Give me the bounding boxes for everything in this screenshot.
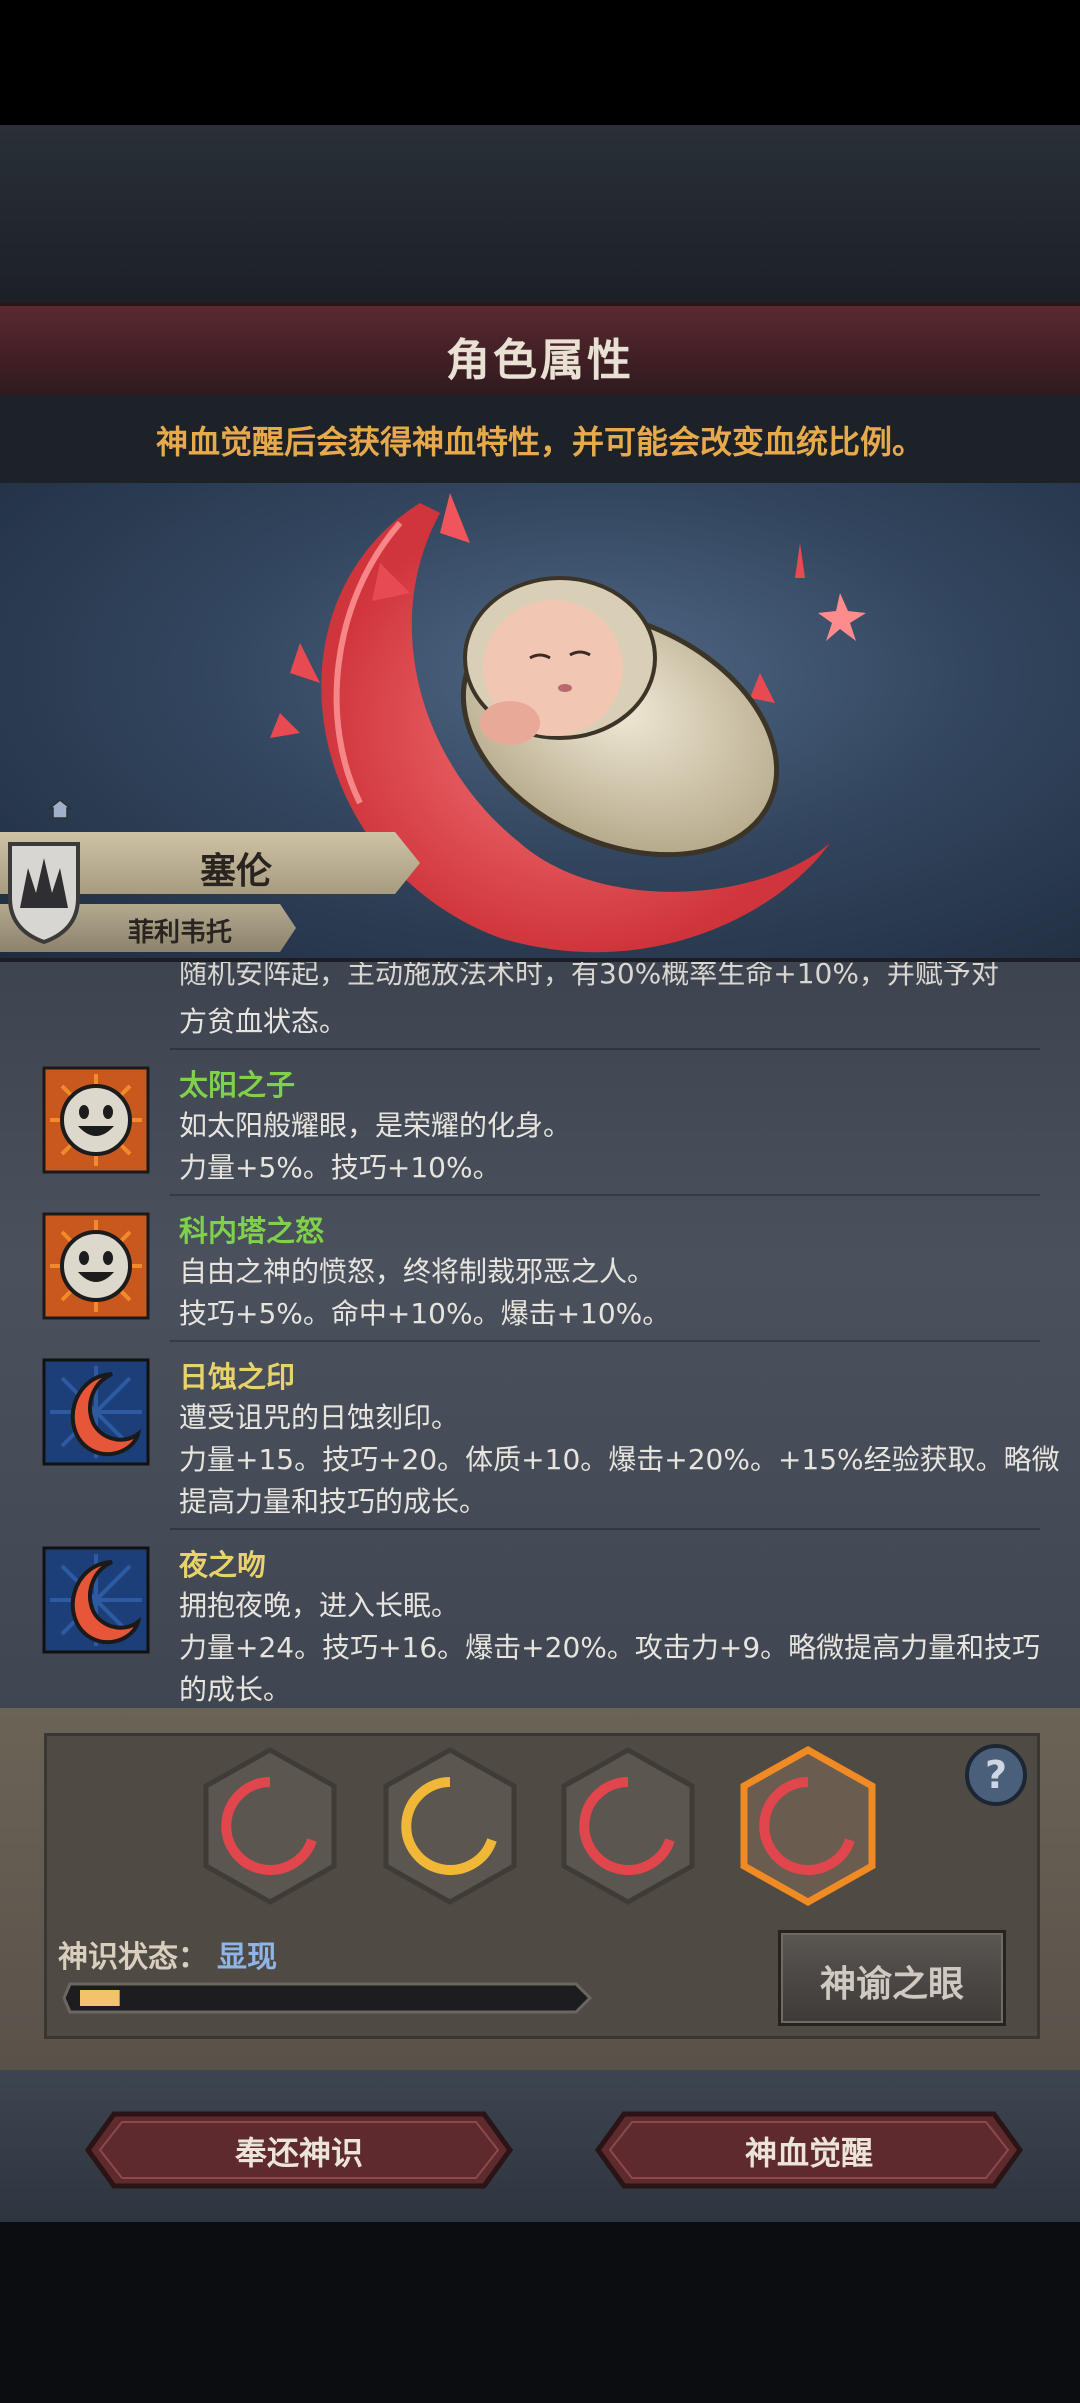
top-bar-background [0, 0, 1080, 125]
trait-list[interactable]: 随机安阵起，主动施放法术时，有30%概率生命+10%，并赋予对 方贫血状态。 太… [0, 958, 1080, 1712]
page-title: 角色属性 [446, 335, 634, 386]
blood-awaken-button[interactable]: 神血觉醒 [594, 2110, 1024, 2190]
trait-description: 如太阳般耀眼，是荣耀的化身。 [179, 1109, 572, 1142]
help-glyph: ? [985, 1753, 1007, 1797]
oracle-eye-label: 神谕之眼 [819, 1964, 964, 2005]
trait-effect: 提高力量和技巧的成长。 [179, 1485, 488, 1518]
help-icon[interactable]: ? [963, 1742, 1029, 1808]
divider [170, 1528, 1040, 1530]
trait-description: 自由之神的愤怒，终将制裁邪恶之人。 [179, 1255, 656, 1288]
return-divinity-label: 奉还神识 [234, 2134, 363, 2172]
divider [170, 1048, 1040, 1050]
crescent-moon-icon [42, 1358, 150, 1466]
trait-name: 日蚀之印 [179, 1360, 296, 1394]
divine-slot-3[interactable] [558, 1746, 698, 1906]
trait-description: 遭受诅咒的日蚀刻印。 [179, 1401, 460, 1434]
return-divinity-button[interactable]: 奉还神识 [84, 2110, 514, 2190]
bottom-bar-background [0, 2222, 1080, 2403]
crescent-moon-icon [42, 1546, 150, 1654]
divine-status-label: 神识状态： [58, 1940, 208, 1975]
sun-face-icon [42, 1066, 150, 1174]
trait-effect: 技巧+5%。命中+10%。爆击+10%。 [179, 1297, 671, 1330]
divider [170, 1194, 1040, 1196]
page-subtitle: 神血觉醒后会获得神血特性，并可能会改变血统比例。 [155, 423, 924, 461]
divine-status-value: 显现 [217, 1940, 277, 1975]
house-crest-shield-icon [8, 842, 80, 944]
divine-slot-2[interactable] [380, 1746, 520, 1906]
top-panel [0, 125, 1080, 303]
progress-fill [80, 1990, 120, 2006]
character-name: 塞伦 [200, 851, 273, 892]
trait-name: 夜之吻 [179, 1548, 267, 1582]
trait-description: 拥抱夜晚，进入长眠。 [179, 1589, 460, 1622]
trait-partial-line: 随机安阵起，主动施放法术时，有30%概率生命+10%，并赋予对 [179, 958, 999, 990]
oracle-eye-button[interactable]: 神谕之眼 [778, 1930, 1006, 2026]
trait-name: 太阳之子 [179, 1068, 296, 1102]
trait-effect: 力量+24。技巧+16。爆击+20%。攻击力+9。略微提高力量和技巧 [179, 1631, 1041, 1664]
sun-face-icon [42, 1212, 150, 1320]
title-bar: 角色属性 [0, 303, 1080, 401]
house-icon [48, 799, 72, 819]
divider [170, 1340, 1040, 1342]
blood-awaken-label: 神血觉醒 [744, 2134, 873, 2172]
trait-effect: 的成长。 [179, 1673, 292, 1706]
divine-slot-4-selected[interactable] [738, 1746, 878, 1906]
divine-progress-bar [62, 1982, 593, 2014]
subtitle-bar: 神血觉醒后会获得神血特性，并可能会改变血统比例。 [0, 395, 1080, 483]
trait-effect: 力量+5%。技巧+10%。 [179, 1151, 501, 1184]
divine-slot-1[interactable] [200, 1746, 340, 1906]
trait-effect: 力量+15。技巧+20。体质+10。爆击+20%。+15%经验获取。略微 [179, 1443, 1060, 1476]
trait-partial-line: 方贫血状态。 [179, 1005, 348, 1038]
trait-name: 科内塔之怒 [179, 1214, 325, 1248]
character-title: 菲利韦托 [128, 918, 233, 948]
